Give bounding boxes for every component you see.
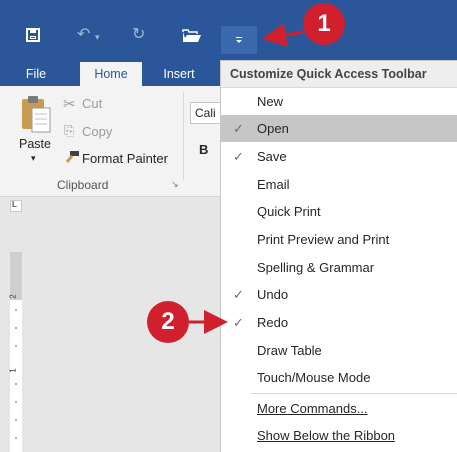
menu-item-label: Show Below the Ribbon <box>257 428 396 443</box>
tab-selector[interactable]: L <box>10 200 22 212</box>
customize-dropdown-icon <box>235 37 243 43</box>
menu-item-spelling[interactable]: Spelling & Grammar <box>221 254 457 281</box>
menu-item-label: Undo <box>257 287 289 302</box>
copy-icon[interactable]: ⎘ <box>64 123 74 139</box>
menu-item-email[interactable]: Email <box>221 171 457 198</box>
copy-button[interactable]: Copy <box>82 124 112 139</box>
menu-item-more-commands[interactable]: More Commands... <box>221 395 457 422</box>
group-divider <box>183 92 184 180</box>
menu-item-new[interactable]: New <box>221 88 457 115</box>
menu-item-save[interactable]: ✓ Save <box>221 143 457 170</box>
menu-item-label: Print Preview and Print <box>257 232 390 247</box>
quick-access-toolbar: ↶ ▾ ↻ <box>0 0 457 62</box>
menu-item-label: Touch/Mouse Mode <box>257 370 371 385</box>
menu-item-label: Redo <box>257 315 289 330</box>
menu-item-open[interactable]: ✓ Open <box>221 115 457 142</box>
tab-insert[interactable]: Insert <box>154 62 204 86</box>
menu-item-quick-print[interactable]: Quick Print <box>221 198 457 225</box>
format-painter-button[interactable]: Format Painter <box>82 151 168 166</box>
undo-icon[interactable]: ↶ <box>77 27 90 43</box>
bold-button[interactable]: B <box>199 142 208 157</box>
menu-item-draw-table[interactable]: Draw Table <box>221 337 457 364</box>
ruler-ticks <box>15 309 17 439</box>
tab-home[interactable]: Home <box>80 62 142 86</box>
callout-badge-1: 1 <box>303 3 345 45</box>
clipboard-group-label: Clipboard <box>57 178 109 192</box>
paste-label[interactable]: Paste <box>19 137 51 151</box>
ribbon-home: Paste ▾ ✂ Cut ⎘ Copy Format Painter Clip… <box>0 86 220 197</box>
menu-item-label: Email <box>257 177 290 192</box>
menu-item-label: Quick Print <box>257 204 321 219</box>
menu-item-redo[interactable]: ✓ Redo <box>221 309 457 336</box>
checkmark-icon: ✓ <box>233 121 244 136</box>
paste-dropdown-icon[interactable]: ▾ <box>31 153 36 164</box>
menu-item-touch-mouse-mode[interactable]: Touch/Mouse Mode <box>221 364 457 391</box>
menu-item-print-preview[interactable]: Print Preview and Print <box>221 226 457 253</box>
font-name-box[interactable]: Cali <box>190 102 220 124</box>
save-icon[interactable] <box>26 28 40 42</box>
menu-item-label: Save <box>257 149 287 164</box>
ruler-number-2: 2 <box>8 294 18 299</box>
menu-item-label: New <box>257 94 284 109</box>
menu-item-label: More Commands... <box>257 401 368 416</box>
tab-file[interactable]: File <box>16 62 56 86</box>
redo-icon[interactable]: ↻ <box>132 27 145 43</box>
customize-qat-button[interactable] <box>221 26 257 54</box>
cut-button[interactable]: Cut <box>82 96 102 111</box>
menu-item-undo[interactable]: ✓ Undo <box>221 281 457 308</box>
tab-stop-icon: L <box>12 200 17 209</box>
dialog-launcher-icon[interactable]: ↘ <box>171 179 179 190</box>
open-folder-icon[interactable] <box>182 28 202 44</box>
menu-item-label: Spelling & Grammar <box>257 260 375 275</box>
word-window: ↶ ▾ ↻ File Home Insert Paste ▾ ✂ Cut ⎘ C… <box>0 0 457 452</box>
menu-separator <box>251 393 457 394</box>
ribbon-tabs: File Home Insert <box>0 62 220 86</box>
checkmark-icon: ✓ <box>233 149 244 164</box>
menu-item-show-below-ribbon[interactable]: Show Below the Ribbon <box>221 422 457 449</box>
format-painter-icon[interactable] <box>64 150 80 164</box>
checkmark-icon: ✓ <box>233 315 244 330</box>
customize-qat-menu: Customize Quick Access Toolbar New ✓ Ope… <box>220 60 457 452</box>
callout-badge-2: 2 <box>147 301 189 343</box>
checkmark-icon: ✓ <box>233 287 244 302</box>
menu-header: Customize Quick Access Toolbar <box>221 61 457 88</box>
undo-dropdown-icon[interactable]: ▾ <box>95 29 100 45</box>
cut-icon[interactable]: ✂ <box>63 95 76 113</box>
menu-item-label: Draw Table <box>257 343 322 358</box>
paste-icon[interactable] <box>20 94 52 134</box>
menu-item-label: Open <box>257 121 289 136</box>
